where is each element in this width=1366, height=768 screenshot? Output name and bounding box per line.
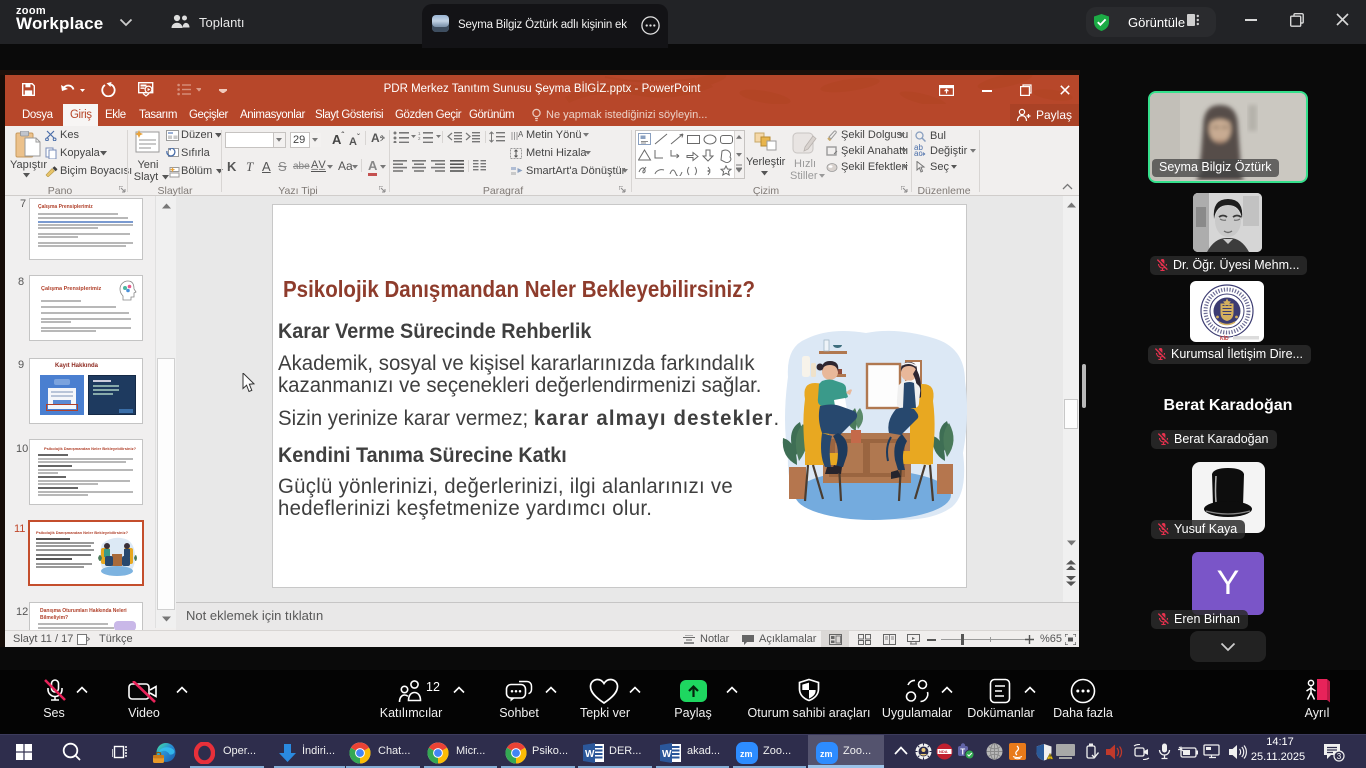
svg-text:KİD: KİD [1220, 335, 1229, 342]
svg-text:zm: zm [740, 749, 753, 759]
svg-text:A: A [518, 130, 523, 139]
svg-text:3: 3 [1337, 752, 1342, 761]
svg-text:zm: zm [820, 749, 833, 759]
svg-text:NDA: NDA [939, 749, 948, 754]
svg-text:2: 2 [418, 136, 421, 141]
svg-text:T: T [960, 748, 965, 757]
svg-text:W: W [662, 749, 672, 760]
svg-text:W: W [585, 749, 595, 760]
